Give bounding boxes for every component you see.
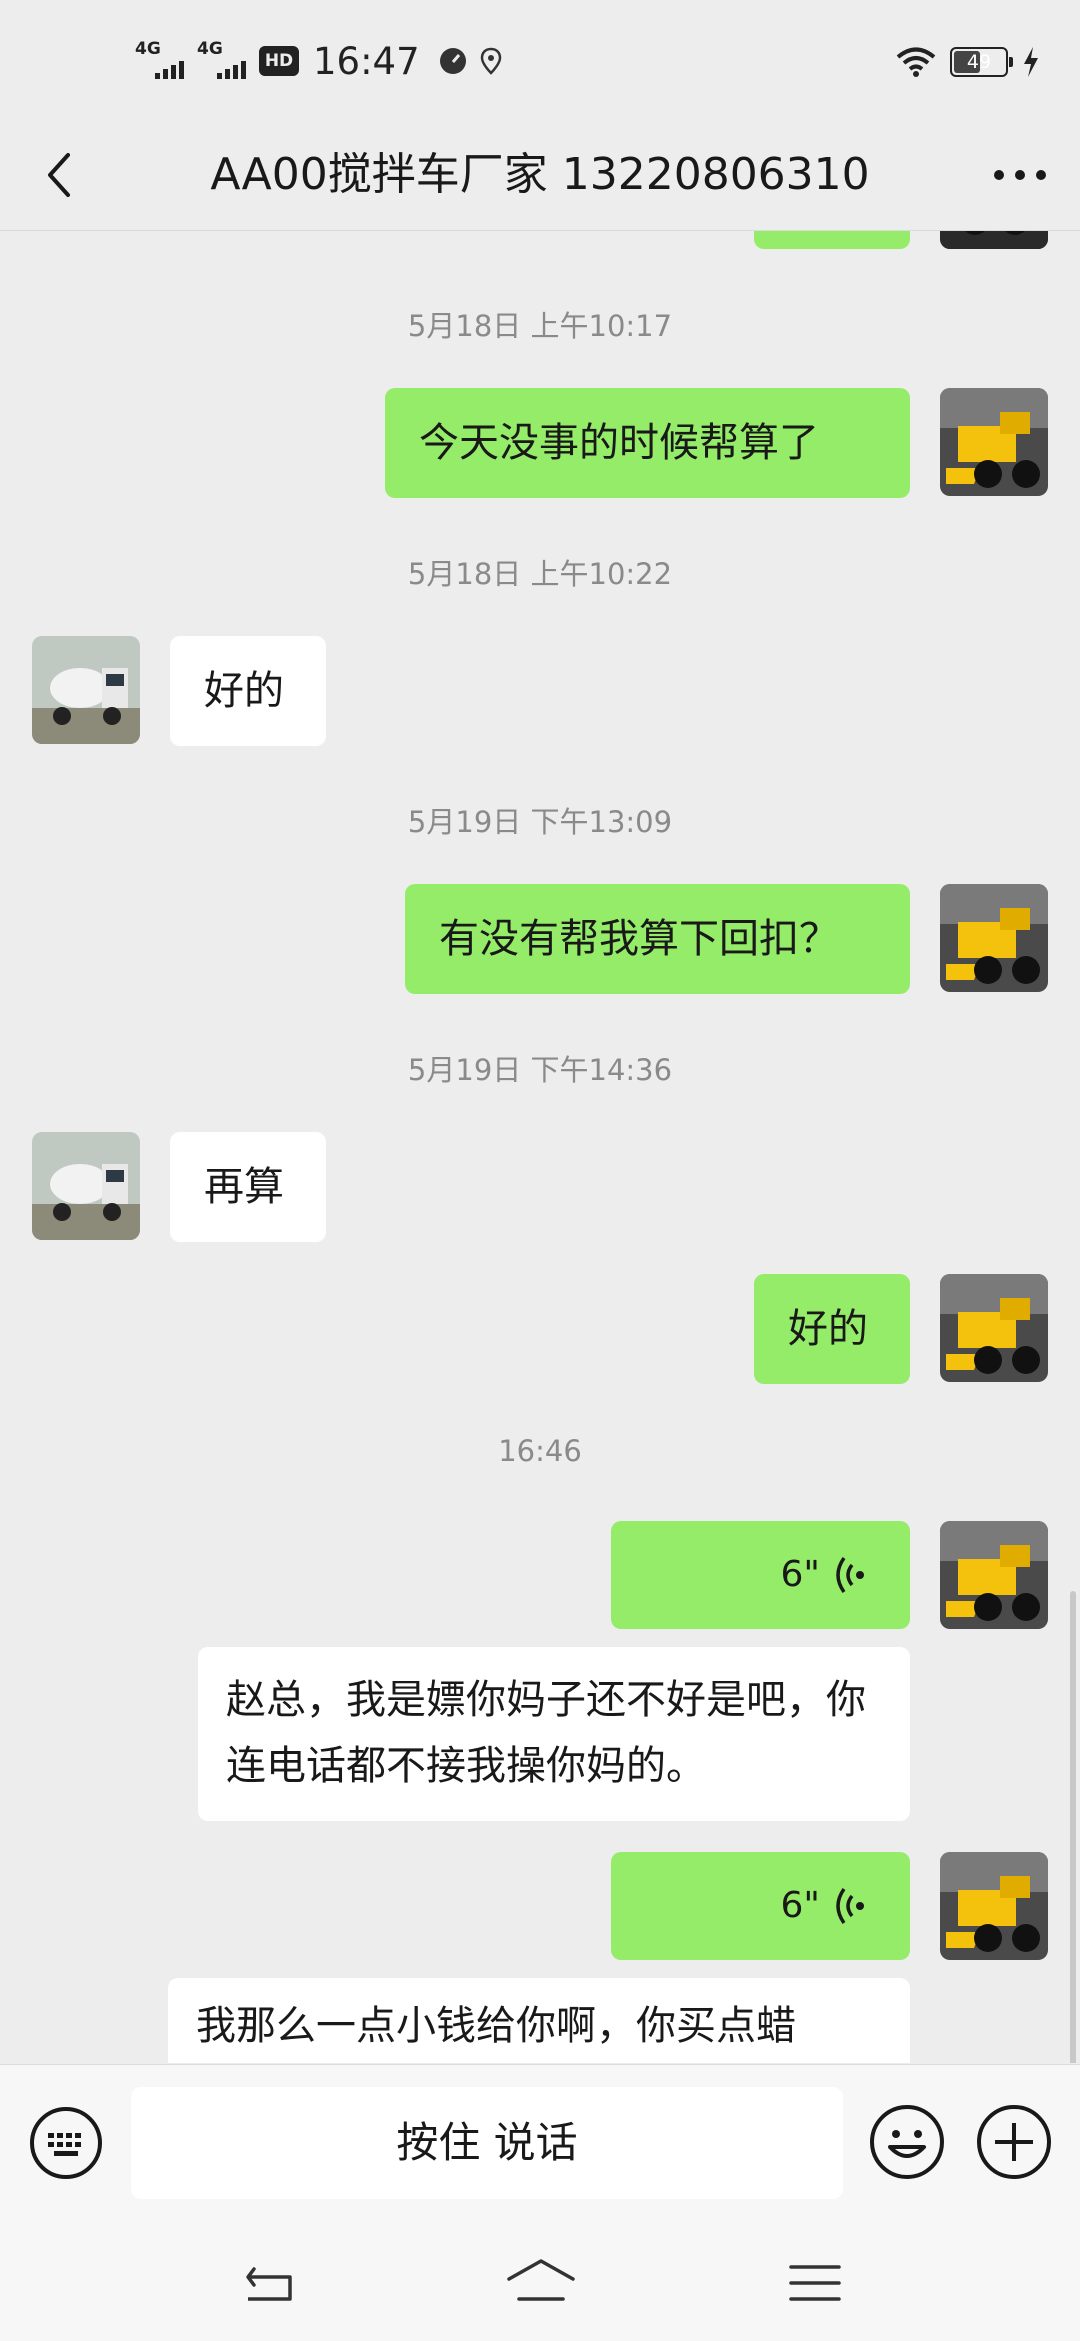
status-time: 16:47 — [313, 39, 420, 83]
message-text: 再算 — [204, 1164, 284, 1210]
voice-transcript[interactable]: 赵总，我是嫖你妈子还不好是吧，你连电话都不接我操你妈的。 — [198, 1647, 910, 1821]
speed-gauge-icon — [439, 48, 466, 74]
input-bar: 按住 说话 — [0, 2064, 1080, 2341]
chevron-left-icon[interactable] — [30, 145, 90, 205]
message-bubble-sent[interactable]: 今天没事的时候帮算了 — [385, 388, 910, 498]
message-text: 好的 — [204, 668, 284, 714]
scrollbar[interactable] — [1070, 1591, 1076, 2063]
hd-voice-icon: HD — [259, 46, 299, 76]
message-bubble-received[interactable]: 再算 — [170, 1132, 326, 1242]
message-bubble-received[interactable]: 好的 — [170, 636, 326, 746]
voice-transcript[interactable]: 我那么一点小钱给你啊，你买点蜡 — [168, 1978, 910, 2063]
wifi-icon — [896, 47, 936, 77]
cellular-signal-icon: 4G — [197, 39, 251, 81]
timestamp: 5月18日 上午10:17 — [407, 309, 673, 343]
transcript-text: 赵总，我是嫖你妈子还不好是吧，你连电话都不接我操你妈的。 — [226, 1677, 866, 1789]
voice-duration: 6" — [780, 1885, 820, 1926]
nav-home-icon[interactable] — [505, 2255, 577, 2311]
nav-back-icon[interactable] — [240, 2255, 300, 2311]
chat-title: AA00搅拌车厂家 13220806310 — [210, 149, 870, 200]
my-avatar[interactable] — [940, 388, 1048, 496]
message-bubble-sent[interactable]: 有没有帮我算下回扣？ — [405, 884, 910, 994]
message-text: 好的 — [788, 1306, 868, 1352]
my-avatar[interactable] — [940, 884, 1048, 992]
location-pin-icon — [480, 47, 501, 75]
timestamp: 5月19日 下午14:36 — [407, 1053, 673, 1087]
keyboard-icon[interactable] — [28, 2105, 104, 2181]
message-text: 有没有帮我算下回扣？ — [439, 916, 839, 962]
voice-wave-icon — [836, 1887, 864, 1925]
plus-icon[interactable] — [975, 2103, 1053, 2181]
more-dots-icon[interactable] — [985, 145, 1055, 205]
contact-avatar[interactable] — [32, 636, 140, 744]
battery-level: 49 — [966, 51, 992, 73]
system-nav-bar — [0, 2225, 1080, 2341]
voice-message-bubble[interactable]: 6" — [611, 1852, 910, 1960]
timestamp: 5月19日 下午13:09 — [407, 805, 673, 839]
my-avatar[interactable] — [940, 231, 1048, 249]
status-bar: 4G 4G HD 16:47 49 — [0, 0, 1080, 120]
message-list[interactable]: 5月18日 上午10:17 今天没事的时候帮算了 5月18日 上午10:22 好… — [0, 231, 1080, 2063]
battery-icon: 49 — [950, 47, 1013, 77]
my-avatar[interactable] — [940, 1274, 1048, 1382]
cellular-signal-icon: 4G — [135, 39, 189, 81]
charging-bolt-icon — [1024, 47, 1038, 77]
chat-header: AA00搅拌车厂家 13220806310 — [0, 120, 1080, 231]
hold-to-talk-button[interactable]: 按住 说话 — [131, 2087, 843, 2199]
network-type-label: 4G — [135, 39, 161, 59]
voice-wave-icon — [836, 1556, 864, 1594]
message-bubble-partial[interactable] — [754, 231, 910, 249]
nav-menu-icon[interactable] — [785, 2255, 845, 2311]
message-text: 今天没事的时候帮算了 — [419, 420, 819, 466]
voice-message-bubble[interactable]: 6" — [611, 1521, 910, 1629]
timestamp: 5月18日 上午10:22 — [407, 557, 673, 591]
my-avatar[interactable] — [940, 1521, 1048, 1629]
contact-avatar[interactable] — [32, 1132, 140, 1240]
network-type-label: 4G — [197, 39, 223, 59]
my-avatar[interactable] — [940, 1852, 1048, 1960]
message-bubble-sent[interactable]: 好的 — [754, 1274, 910, 1384]
timestamp: 16:46 — [498, 1434, 582, 1468]
transcript-text: 我那么一点小钱给你啊，你买点蜡 — [196, 2003, 796, 2049]
voice-duration: 6" — [780, 1554, 820, 1595]
emoji-icon[interactable] — [868, 2103, 946, 2181]
